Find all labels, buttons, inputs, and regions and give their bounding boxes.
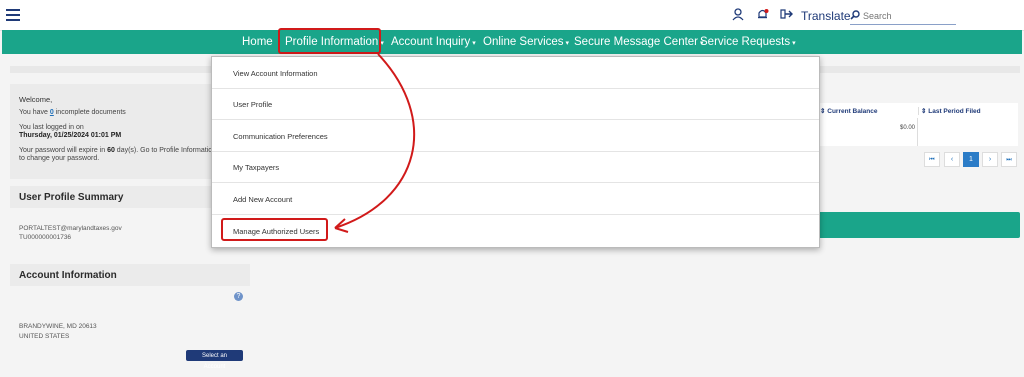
nav-home[interactable]: Home (242, 30, 273, 54)
menu-item-my-taxpayers[interactable]: My Taxpayers (212, 151, 819, 183)
last-login-label: You last logged in on (19, 124, 84, 131)
table-divider (917, 118, 918, 146)
top-icon-group (731, 8, 803, 22)
nav-secure-message-center[interactable]: Secure Message Center ▾ (574, 30, 704, 54)
menu-item-label: Communication Preferences (233, 132, 328, 141)
menu-item-view-account-information[interactable]: View Account Information (212, 57, 819, 89)
nav-highlight-box (278, 28, 381, 54)
last-page-icon: ⏭ (1006, 157, 1012, 163)
pager-page-1[interactable]: 1 (963, 152, 979, 167)
col-last-period[interactable]: ⇕ Last Period Filed (918, 107, 981, 115)
top-bar: Translate (0, 0, 1024, 31)
incomplete-docs-text: You have 0 incomplete documents (19, 109, 126, 116)
menu-item-add-new-account[interactable]: Add New Account (212, 183, 819, 215)
menu-item-label: View Account Information (233, 69, 318, 78)
manage-users-highlight-box (221, 218, 328, 241)
nav-service-requests[interactable]: Service Requests ▾ (700, 30, 796, 54)
pw-suffix: day(s). Go to Profile Information. U (114, 147, 225, 154)
nav-service-requests-label: Service Requests (700, 36, 791, 48)
search-icon[interactable] (850, 7, 860, 25)
teal-banner (818, 212, 1020, 238)
next-page-icon: › (988, 156, 992, 163)
first-page-icon: ⏮ (929, 157, 935, 163)
profile-user-id: TU000000001736 (19, 234, 72, 241)
nav-online-services[interactable]: Online Services ▾ (483, 30, 569, 54)
balance-value: $0.00 (900, 125, 916, 131)
password-expiry-text: Your password will expire in 60 day(s). … (19, 147, 225, 154)
pager-first-button[interactable]: ⏮ (924, 152, 940, 167)
welcome-title: Welcome, (19, 95, 53, 104)
profile-summary-title: User Profile Summary (19, 192, 124, 203)
prev-page-icon: ‹ (950, 156, 954, 163)
chevron-down-icon: ▾ (792, 40, 796, 47)
account-city-line: BRANDYWINE, MD 20613 (19, 323, 97, 330)
chevron-down-icon: ▾ (472, 40, 476, 47)
pager-next-button[interactable]: › (982, 152, 998, 167)
last-login-value: Thursday, 01/25/2024 01:01 PM (19, 132, 122, 139)
col-current-balance[interactable]: ⇕ Current Balance (820, 107, 877, 115)
pw-days: 60 (107, 147, 115, 154)
sort-icon: ⇕ (820, 108, 826, 115)
select-account-button[interactable]: Select an Account (186, 350, 243, 370)
menu-item-communication-preferences[interactable]: Communication Preferences (212, 120, 819, 152)
nav-secure-message-center-label: Secure Message Center (574, 36, 699, 48)
bell-icon[interactable] (755, 8, 769, 22)
col-last-period-label: Last Period Filed (928, 108, 981, 115)
account-country: UNITED STATES (19, 333, 70, 340)
pager-prev-button[interactable]: ‹ (944, 152, 960, 167)
logout-icon[interactable] (779, 8, 793, 22)
nav-account-inquiry[interactable]: Account Inquiry ▾ (391, 30, 476, 54)
col-current-balance-label: Current Balance (827, 108, 878, 115)
main-nav: Home Profile Information ▾ Account Inquir… (2, 30, 1022, 54)
sort-icon: ⇕ (921, 108, 927, 115)
menu-item-user-profile[interactable]: User Profile (212, 88, 819, 120)
translate-link[interactable]: Translate (801, 9, 851, 23)
search-input[interactable] (860, 11, 953, 21)
menu-item-label: My Taxpayers (233, 163, 280, 172)
pager-last-button[interactable]: ⏭ (1001, 152, 1017, 167)
pw-prefix: Your password will expire in (19, 147, 108, 154)
hamburger-menu-icon[interactable] (6, 9, 20, 21)
help-icon[interactable]: ? (234, 292, 243, 301)
chevron-down-icon: ▾ (565, 40, 570, 47)
password-expiry-line2: to change your password. (19, 155, 100, 162)
profile-email: PORTALTEST@marylandtaxes.gov (19, 225, 122, 232)
account-info-title: Account Information (19, 270, 117, 281)
menu-item-label: User Profile (233, 100, 273, 109)
menu-item-label: Add New Account (233, 195, 293, 204)
user-icon[interactable] (731, 8, 745, 22)
nav-account-inquiry-label: Account Inquiry (391, 36, 471, 48)
docs-prefix: You have (19, 109, 50, 116)
nav-home-label: Home (242, 36, 273, 48)
search-box[interactable] (850, 8, 956, 25)
accounts-table-header: ⇕ Current Balance ⇕ Last Period Filed (818, 103, 1018, 119)
nav-online-services-label: Online Services (483, 36, 564, 48)
table-row: $0.00 (818, 118, 1018, 146)
docs-suffix: incomplete documents (53, 109, 126, 116)
